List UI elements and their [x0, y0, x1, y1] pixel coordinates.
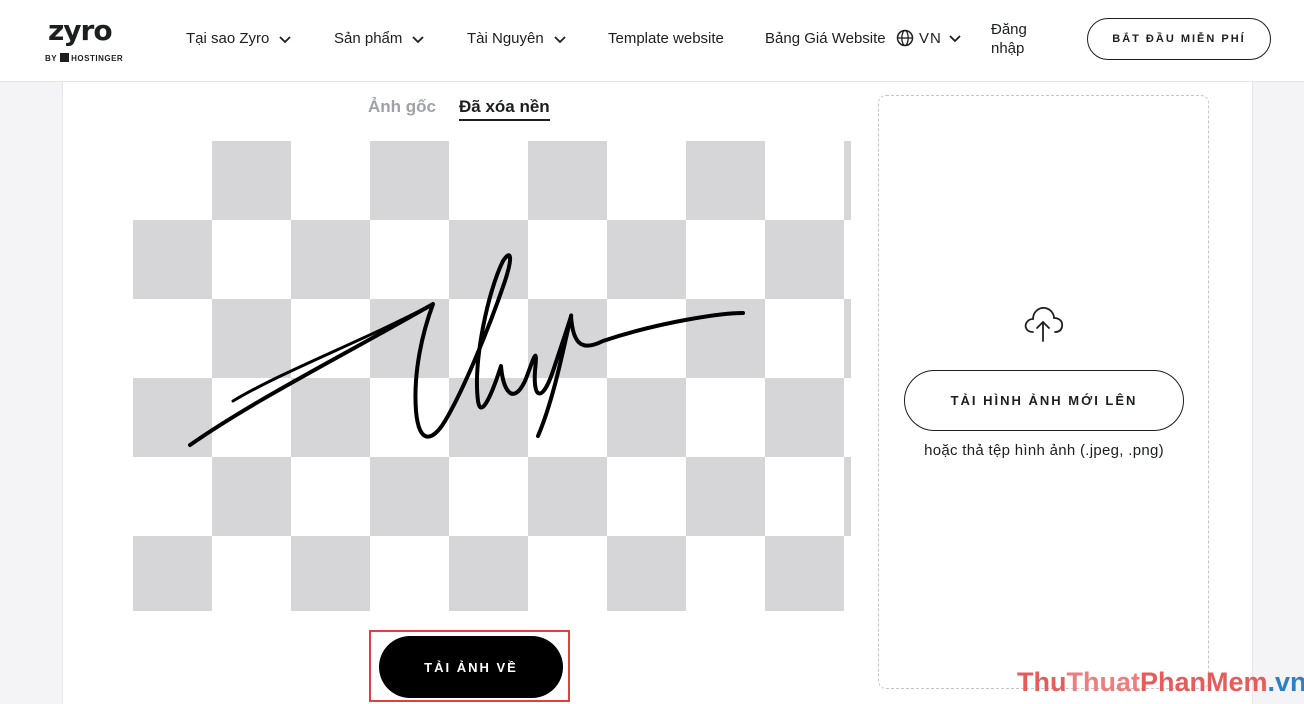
hostinger-icon: [60, 53, 70, 62]
watermark: ThuThuatPhanMem.vn: [1017, 667, 1304, 697]
chevron-down-icon: [279, 35, 291, 43]
chevron-down-icon: [554, 35, 566, 43]
cloud-upload-icon: [1024, 306, 1064, 342]
site-header: zyro BY HOSTINGER Tại sao Zyro Sản phẩm T…: [0, 0, 1304, 82]
language-label: VN: [919, 29, 942, 47]
globe-icon: [896, 29, 914, 47]
download-image-button[interactable]: TẢI ẢNH VỀ: [379, 636, 563, 698]
tab-original-image[interactable]: Ảnh gốc: [368, 97, 436, 117]
nav-label: Tại sao Zyro: [186, 30, 270, 47]
nav-templates[interactable]: Template website: [608, 30, 724, 47]
zyro-logo[interactable]: zyro BY HOSTINGER: [44, 14, 134, 68]
logo-subtitle: BY HOSTINGER: [45, 53, 124, 63]
upload-hint-text: hoặc thả tệp hình ảnh (.jpeg, .png): [924, 442, 1164, 459]
start-free-button[interactable]: BẮT ĐẦU MIỄN PHÍ: [1087, 18, 1271, 60]
nav-why-zyro[interactable]: Tại sao Zyro: [186, 30, 293, 47]
login-link[interactable]: Đăng nhập: [991, 20, 1031, 58]
signature-image: [188, 253, 745, 447]
chevron-down-icon: [949, 35, 961, 43]
language-selector[interactable]: VN: [896, 29, 963, 47]
nav-resources[interactable]: Tài Nguyên: [467, 30, 568, 47]
nav-label: Bảng Giá Website: [765, 30, 886, 47]
chevron-down-icon: [412, 35, 425, 43]
tab-background-removed[interactable]: Đã xóa nền: [459, 97, 550, 121]
nav-label: Tài Nguyên: [467, 30, 544, 47]
nav-label: Template website: [608, 30, 724, 47]
nav-pricing[interactable]: Bảng Giá Website: [765, 30, 886, 47]
nav-label: Sản phẩm: [334, 30, 403, 47]
logo-wordmark: zyro: [48, 14, 113, 47]
nav-products[interactable]: Sản phẩm: [334, 30, 426, 47]
image-preview: [133, 141, 851, 611]
upload-new-image-button[interactable]: TẢI HÌNH ẢNH MỚI LÊN: [904, 370, 1184, 431]
